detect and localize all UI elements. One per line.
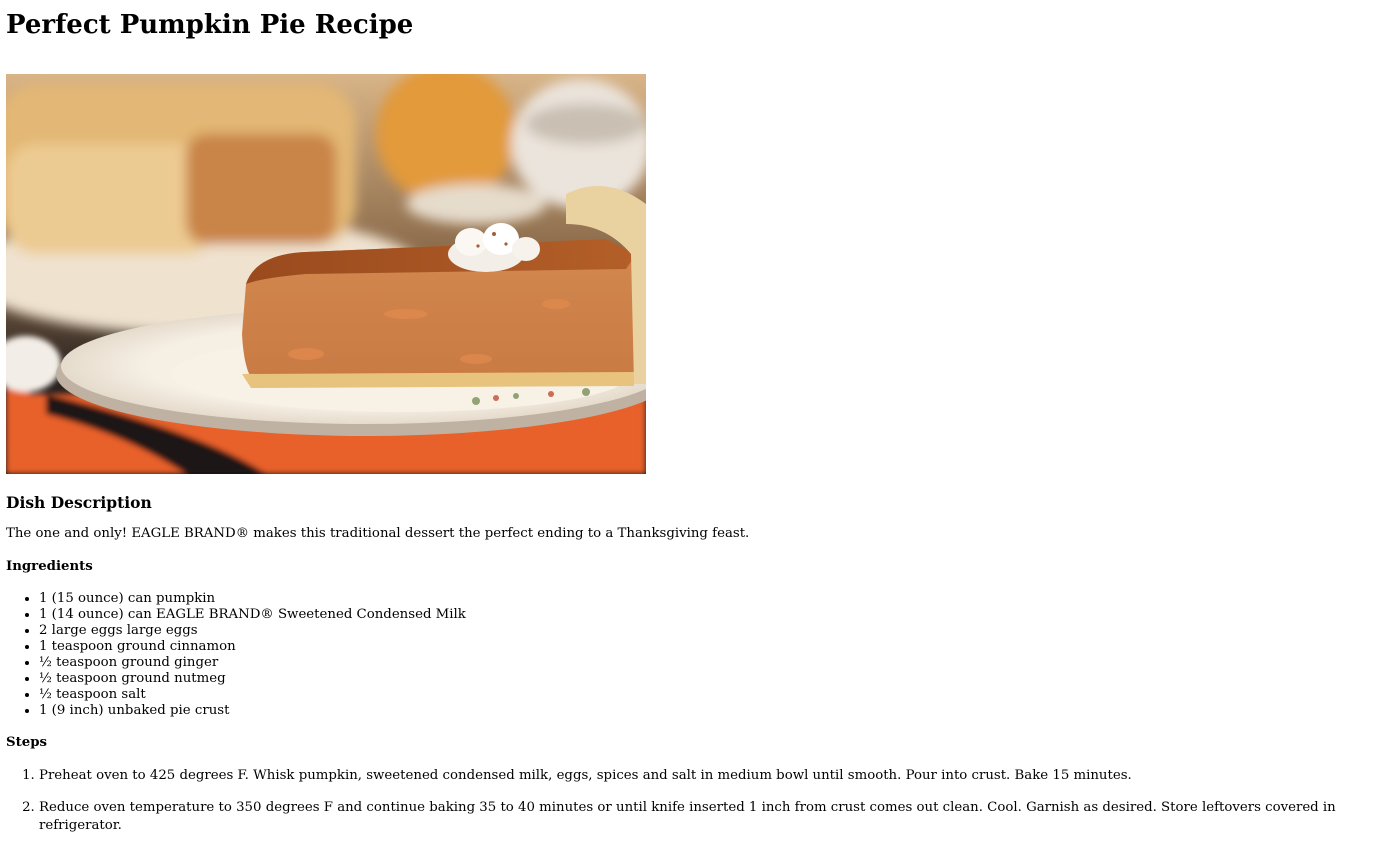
dish-description: The one and only! EAGLE BRAND® makes thi… [6,526,750,541]
step-item: Preheat oven to 425 degrees F. Whisk pum… [39,767,1381,785]
ingredient-item: 1 teaspoon ground cinnamon [39,639,1381,655]
steps-heading: Steps [6,735,47,750]
step-item: Reduce oven temperature to 350 degrees F… [39,799,1381,835]
ingredient-item: 1 (9 inch) unbaked pie crust [39,703,1381,719]
ingredient-item: 2 large eggs large eggs [39,623,1381,639]
recipe-page: Perfect Pumpkin Pie Recipe Dish Descript… [0,8,1387,835]
recipe-photo [6,74,646,474]
ingredient-item: ½ teaspoon ground ginger [39,655,1381,671]
ingredients-list: 1 (15 ounce) can pumpkin 1 (14 ounce) ca… [6,591,1381,719]
page-title: Perfect Pumpkin Pie Recipe [6,10,414,40]
steps-list: Preheat oven to 425 degrees F. Whisk pum… [6,767,1381,835]
ingredient-item: ½ teaspoon salt [39,687,1381,703]
ingredient-item: ½ teaspoon ground nutmeg [39,671,1381,687]
ingredients-heading: Ingredients [6,559,93,574]
ingredient-item: 1 (15 ounce) can pumpkin [39,591,1381,607]
ingredient-item: 1 (14 ounce) can EAGLE BRAND® Sweetened … [39,607,1381,623]
description-heading: Dish Description [6,493,152,512]
